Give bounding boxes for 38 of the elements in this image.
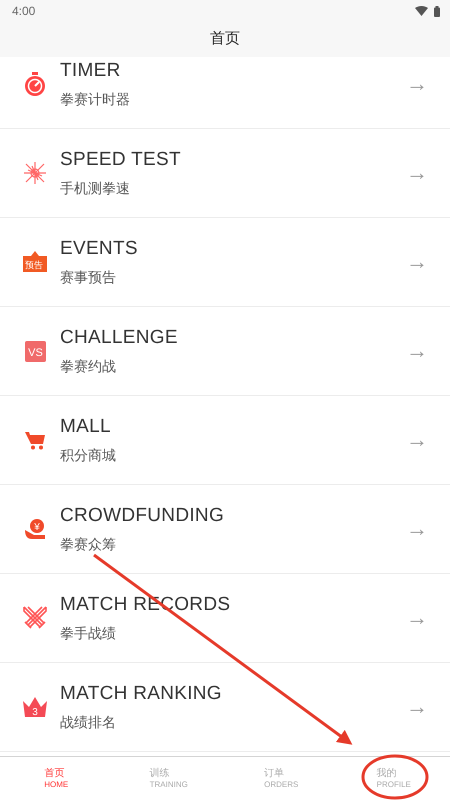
- menu-title: MALL: [60, 416, 112, 438]
- highlight-circle: [362, 754, 428, 800]
- menu-subtitle: 赛事预告: [60, 268, 117, 286]
- nav-tab[interactable]: 训练 TRAINING: [150, 768, 188, 790]
- menu-subtitle: 拳赛约战: [60, 358, 117, 376]
- arrow-icon[interactable]: →: [406, 338, 428, 364]
- menu-title: TIMER: [60, 60, 122, 82]
- crown-icon: 3: [22, 696, 48, 718]
- menu-title: EVENTS: [60, 238, 139, 260]
- cart-icon: [25, 430, 45, 450]
- menu-title: SPEED TEST: [60, 148, 182, 170]
- nav-tab[interactable]: 首页 HOME: [44, 768, 68, 790]
- menu-subtitle: 拳赛计时器: [60, 90, 131, 108]
- status-time: 4:00: [12, 4, 36, 18]
- arrow-icon[interactable]: →: [406, 249, 428, 275]
- arrow-icon[interactable]: →: [406, 427, 428, 453]
- arrow-icon[interactable]: →: [406, 605, 428, 631]
- arrow-icon[interactable]: →: [406, 160, 428, 186]
- arrow-icon[interactable]: →: [406, 516, 428, 542]
- stopwatch-icon: [24, 72, 46, 96]
- menu-subtitle: 拳手战绩: [60, 624, 117, 642]
- menu-subtitle: 积分商城: [60, 446, 117, 464]
- battery-icon: [434, 6, 440, 16]
- menu-title: CHALLENGE: [60, 326, 179, 348]
- menu-subtitle: 手机测拳速: [60, 180, 131, 198]
- arrow-icon[interactable]: →: [406, 71, 428, 97]
- menu-title: MATCH RANKING: [60, 682, 223, 704]
- menu-subtitle: 拳赛众筹: [60, 536, 117, 554]
- burst-icon: [23, 161, 47, 185]
- menu-title: CROWDFUNDING: [60, 504, 226, 526]
- page-title: 首页: [210, 30, 240, 47]
- nav-tab[interactable]: 订单 ORDERS: [264, 768, 298, 790]
- crossed-swords-icon: [22, 605, 48, 631]
- menu-subtitle: 战绩排名: [60, 714, 117, 732]
- nav-tab[interactable]: 我的 PROFILE: [376, 768, 411, 790]
- arrow-icon[interactable]: →: [406, 694, 428, 720]
- versus-icon: VS: [24, 340, 46, 362]
- wifi-icon: [415, 6, 428, 16]
